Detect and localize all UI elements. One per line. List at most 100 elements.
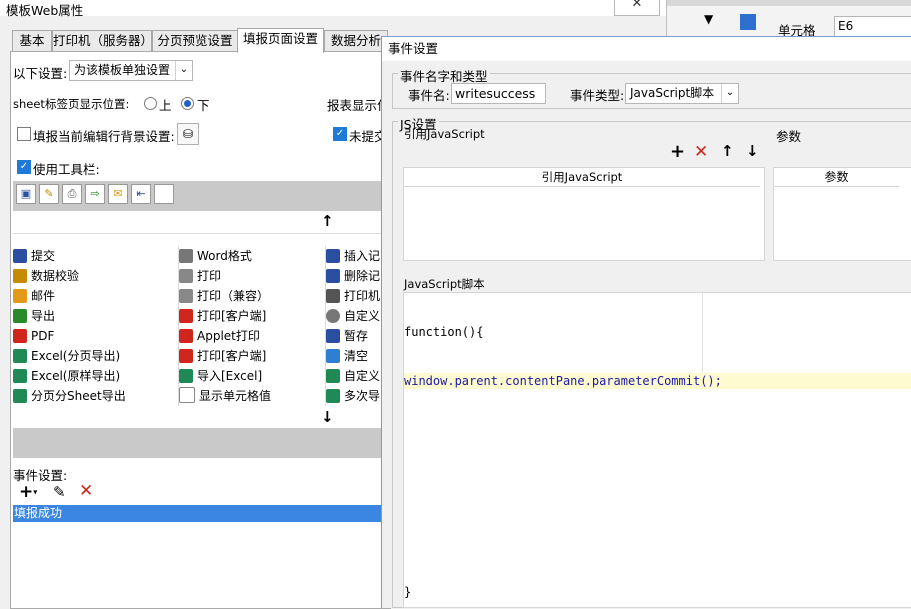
code-line: } bbox=[404, 585, 412, 599]
save-icon bbox=[13, 249, 27, 263]
event-list-item[interactable]: 填报成功 bbox=[13, 505, 392, 522]
add-icon[interactable]: + bbox=[670, 141, 685, 162]
event-settings-dialog: 事件设置 事件名字和类型 事件名: writesuccess 事件类型: Jav… bbox=[381, 36, 911, 608]
excel-icon bbox=[13, 349, 27, 363]
filter-icon[interactable]: ▼ bbox=[704, 12, 720, 28]
save-icon bbox=[326, 329, 340, 343]
chevron-down-icon: ⌄ bbox=[721, 84, 738, 103]
close-button[interactable]: ✕ bbox=[614, 0, 660, 16]
btn-item[interactable]: 分页分Sheet导出 bbox=[13, 386, 126, 406]
settings-dropdown[interactable]: 为该模板单独设置 ⌄ bbox=[69, 60, 193, 81]
cell-value-icon bbox=[179, 387, 195, 403]
grid-icon[interactable] bbox=[740, 14, 756, 30]
tab-basic[interactable]: 基本 bbox=[12, 30, 52, 52]
btn-item[interactable]: 导入[Excel] bbox=[179, 366, 262, 386]
ref-js-label: 引用JavaScript bbox=[404, 127, 485, 141]
tab-printer-server[interactable]: 打印机（服务器） bbox=[52, 30, 152, 52]
tab-data-analysis[interactable]: 数据分析 bbox=[324, 30, 388, 52]
pdf-icon bbox=[13, 329, 27, 343]
event-name-label: 事件名: bbox=[408, 88, 450, 103]
delete-icon[interactable]: ✕ bbox=[694, 142, 708, 162]
print-icon bbox=[179, 289, 193, 303]
eraser-icon bbox=[326, 349, 340, 363]
insert-row-icon[interactable]: ⇤ bbox=[131, 184, 151, 204]
use-toolbar-label: 使用工具栏: bbox=[33, 162, 100, 177]
save-icon[interactable]: ▣ bbox=[16, 184, 36, 204]
btn-item[interactable]: 提交 bbox=[13, 246, 55, 266]
pencil-icon[interactable]: ✎ bbox=[39, 184, 59, 204]
event-type-label: 事件类型: bbox=[570, 88, 625, 103]
fill-row-bg-label: 填报当前编辑行背景设置: bbox=[33, 129, 175, 144]
btn-item[interactable]: 打印 bbox=[179, 266, 221, 286]
code-line: function(){ bbox=[404, 325, 484, 339]
bg-picker-button[interactable]: ⛁ bbox=[177, 123, 199, 145]
js-script-label: JavaScript脚本 bbox=[404, 277, 485, 291]
radio-top-label: 上 bbox=[159, 98, 172, 113]
btn-item[interactable]: 邮件 bbox=[13, 286, 55, 306]
add-icon[interactable]: +▾ bbox=[19, 482, 37, 502]
pencil-icon bbox=[13, 269, 27, 283]
radio-bottom-label: 下 bbox=[197, 98, 210, 113]
print-icon bbox=[179, 269, 193, 283]
btn-item[interactable]: 打印[客户端] bbox=[179, 306, 266, 326]
params-column-header[interactable]: 参数 bbox=[774, 168, 899, 187]
dialog-title: 事件设置 bbox=[382, 37, 911, 61]
move-up-icon[interactable]: ↑ bbox=[721, 142, 734, 160]
tab-page-preview[interactable]: 分页预览设置 bbox=[152, 30, 238, 52]
cell-input[interactable]: E6 bbox=[834, 16, 911, 37]
btn-item[interactable]: 显示单元格值 bbox=[179, 386, 271, 406]
btn-item[interactable]: 数据校验 bbox=[13, 266, 79, 286]
event-type-value: JavaScript脚本 bbox=[630, 86, 715, 100]
sheet-tab-position-label: sheet标签页显示位置: bbox=[13, 97, 130, 111]
btn-item[interactable]: 导出 bbox=[13, 306, 55, 326]
delete-row-icon bbox=[326, 269, 340, 283]
radio-bottom[interactable] bbox=[181, 97, 194, 110]
blank-icon[interactable] bbox=[154, 184, 174, 204]
print-icon[interactable]: ⎙ bbox=[62, 184, 82, 204]
export-icon bbox=[13, 309, 27, 323]
email-icon bbox=[13, 289, 27, 303]
btn-item[interactable]: 打印（兼容） bbox=[179, 286, 269, 306]
move-down-icon[interactable]: ↓ bbox=[746, 142, 759, 160]
chevron-down-icon: ⌄ bbox=[175, 61, 192, 80]
applet-icon bbox=[179, 329, 193, 343]
unsubmit-checkbox[interactable]: ✓ bbox=[333, 127, 347, 141]
fill-row-bg-checkbox[interactable] bbox=[17, 127, 31, 141]
tab-fill-page[interactable]: 填报页面设置 bbox=[237, 28, 324, 53]
event-list: 填报成功 bbox=[13, 505, 392, 565]
btn-item[interactable]: Applet打印 bbox=[179, 326, 260, 346]
excel-icon bbox=[13, 369, 27, 383]
event-name-input[interactable]: writesuccess bbox=[451, 83, 546, 104]
edit-icon[interactable]: ✎ bbox=[53, 483, 66, 501]
move-down-arrow[interactable]: ↓ bbox=[321, 408, 334, 426]
fill-page-settings-panel: 以下设置: 为该模板单独设置 ⌄ sheet标签页显示位置: 上 下 报表显示位… bbox=[10, 51, 392, 609]
export-icon[interactable]: ⇨ bbox=[85, 184, 105, 204]
radio-top[interactable] bbox=[144, 97, 157, 110]
params-table: 参数 bbox=[773, 167, 911, 261]
btn-item[interactable]: Excel(分页导出) bbox=[13, 346, 120, 366]
settings-label: 以下设置: bbox=[13, 66, 68, 81]
event-type-dropdown[interactable]: JavaScript脚本 ⌄ bbox=[625, 83, 739, 104]
toolbar-preview: ▣ ✎ ⎙ ⇨ ✉ ⇤ bbox=[13, 181, 391, 211]
word-icon bbox=[179, 249, 193, 263]
use-toolbar-checkbox[interactable]: ✓ bbox=[17, 160, 31, 174]
email-icon[interactable]: ✉ bbox=[108, 184, 128, 204]
delete-icon[interactable]: ✕ bbox=[79, 481, 93, 501]
btn-item[interactable]: Word格式 bbox=[179, 246, 252, 266]
window-titlebar: 模板Web属性 ✕ bbox=[0, 0, 666, 18]
custom-icon bbox=[326, 369, 340, 383]
settings-dropdown-value: 为该模板单独设置 bbox=[74, 63, 171, 77]
move-icon bbox=[326, 289, 340, 303]
ref-js-column-header[interactable]: 引用JavaScript bbox=[404, 168, 760, 187]
toolbar-buttons-grid: 提交 数据校验 邮件 导出 PDF Excel(分页导出) Excel(原样导出… bbox=[13, 246, 391, 406]
excel-icon bbox=[13, 389, 27, 403]
btn-item[interactable]: Excel(原样导出) bbox=[13, 366, 120, 386]
js-script-editor[interactable]: function(){ window.parent.contentPane.pa… bbox=[403, 292, 911, 608]
code-line: window.parent.contentPane.parameterCommi… bbox=[404, 374, 722, 388]
btn-item[interactable]: PDF bbox=[13, 326, 54, 346]
move-up-arrow[interactable]: ↑ bbox=[321, 212, 334, 230]
btn-item[interactable]: 打印[客户端] bbox=[179, 346, 266, 366]
toolbar-drop-area bbox=[13, 428, 391, 458]
print-client-icon bbox=[179, 309, 193, 323]
import-icon bbox=[179, 369, 193, 383]
